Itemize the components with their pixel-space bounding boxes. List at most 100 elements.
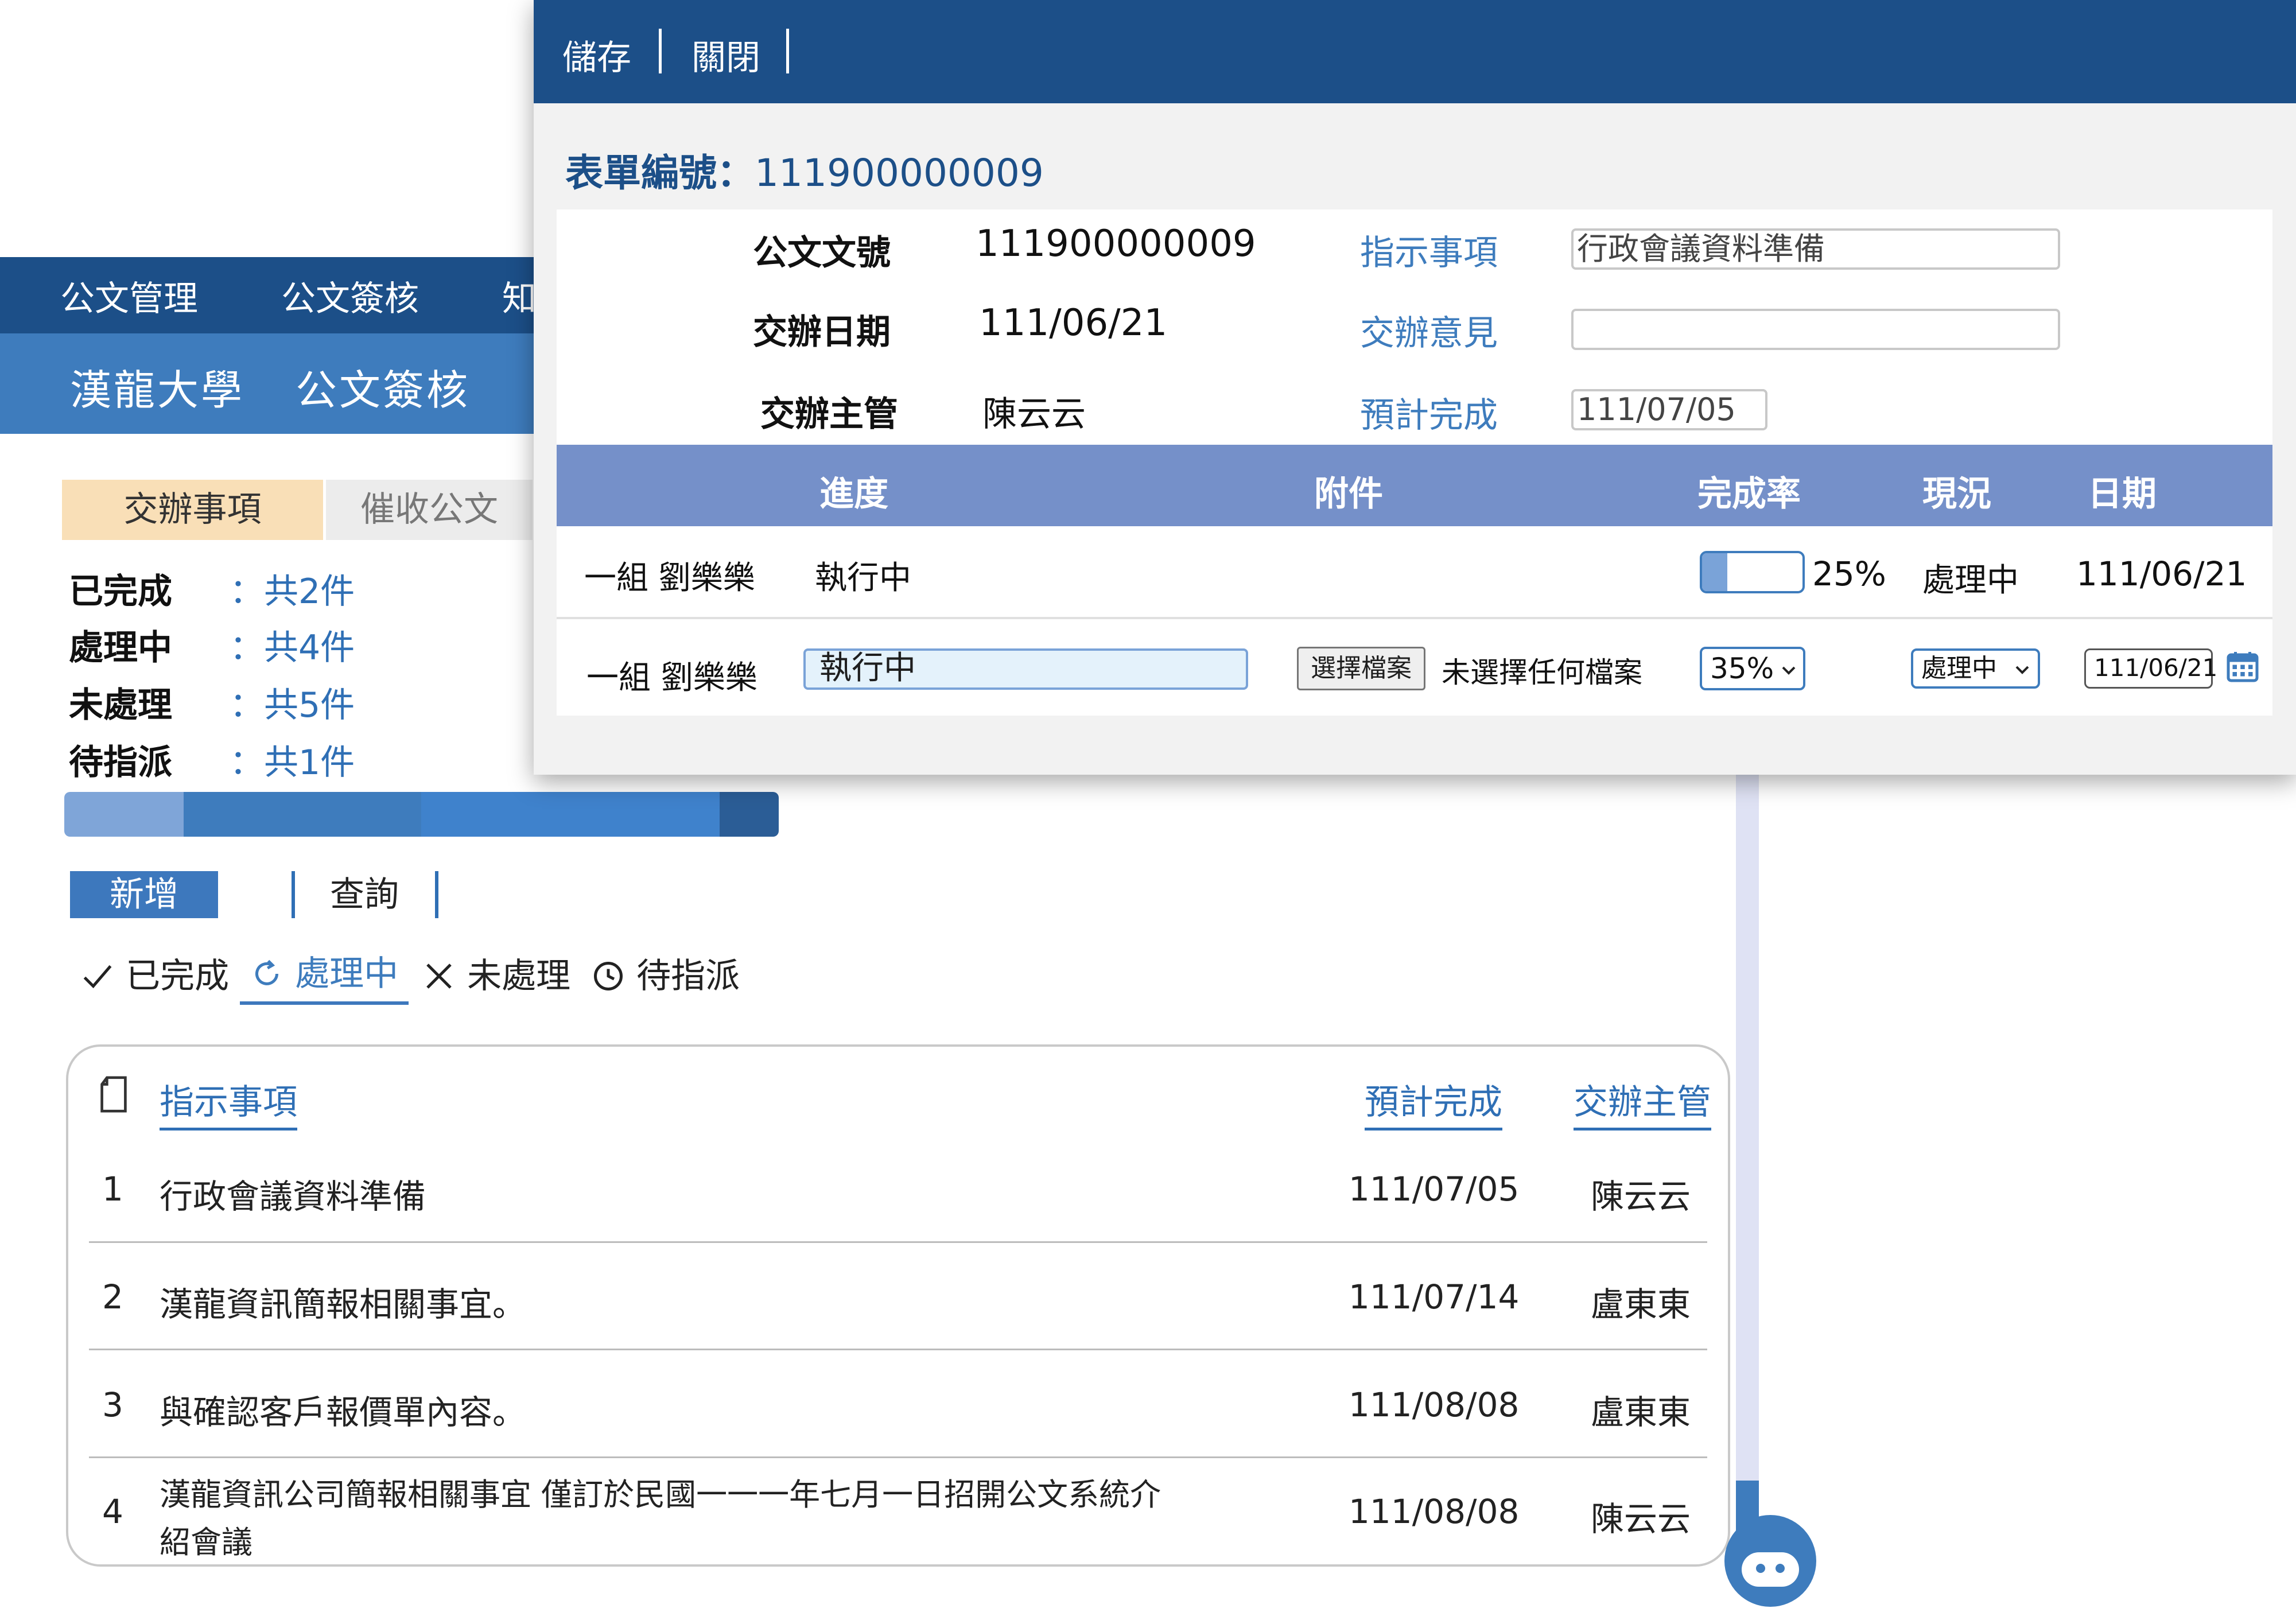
row-divider bbox=[89, 1456, 1707, 1458]
active-filter-indicator bbox=[240, 1001, 409, 1005]
stat-value-completed[interactable]: ：共2件 bbox=[230, 564, 355, 613]
progress-segment bbox=[64, 792, 184, 837]
row-item[interactable]: 漢龍資訊公司簡報相關事宜 僅訂於民國一一一年七月一日招開公文系統介 bbox=[160, 1469, 1161, 1514]
column-header-rate: 完成率 bbox=[1697, 474, 1801, 514]
stat-value-unprocessed[interactable]: ：共5件 bbox=[230, 677, 355, 727]
chevron-down-icon bbox=[2015, 666, 2029, 674]
row-rate: 25% bbox=[1812, 554, 1886, 593]
supervisor-value: 陳云云 bbox=[982, 394, 1086, 434]
filter-completed[interactable]: 已完成 bbox=[80, 948, 229, 998]
save-button[interactable]: 儲存 bbox=[562, 30, 631, 80]
row-due: 111/08/08 bbox=[1349, 1492, 1520, 1531]
column-header-supervisor[interactable]: 交辦主管 bbox=[1574, 1074, 1711, 1130]
row-due: 111/08/08 bbox=[1349, 1385, 1520, 1424]
nav-item-knowledge[interactable]: 知 bbox=[502, 271, 537, 321]
stat-value-pending[interactable]: ：共1件 bbox=[230, 735, 355, 784]
section-title: 公文簽核 bbox=[296, 366, 471, 414]
date-field[interactable]: 111/06/21 bbox=[2084, 648, 2217, 689]
progress-input[interactable]: 執行中 bbox=[803, 648, 1248, 690]
supervisor-label: 交辦主管 bbox=[760, 394, 898, 434]
form-number-value: 111900000009 bbox=[755, 151, 1044, 195]
doc-no-value: 111900000009 bbox=[976, 223, 1256, 265]
choose-file-button[interactable]: 選擇檔案 bbox=[1297, 647, 1425, 690]
row-assignee: 一組 劉樂樂 bbox=[584, 560, 755, 597]
progress-grid-header bbox=[557, 445, 2272, 526]
opinion-field[interactable] bbox=[1571, 309, 2060, 350]
row-progress: 執行中 bbox=[815, 560, 911, 597]
calendar-icon[interactable] bbox=[2225, 648, 2260, 684]
nav-item-doc-approval[interactable]: 公文簽核 bbox=[281, 271, 419, 321]
column-header-attachment: 附件 bbox=[1314, 474, 1383, 514]
doc-no-label: 公文文號 bbox=[753, 233, 891, 273]
completion-rate-select[interactable]: 35% bbox=[1700, 647, 1805, 690]
nav-item-doc-management[interactable]: 公文管理 bbox=[60, 271, 198, 321]
row-due: 111/07/05 bbox=[1349, 1170, 1520, 1209]
row-date: 111/06/21 bbox=[2076, 554, 2247, 593]
document-icon bbox=[100, 1076, 127, 1113]
chevron-down-icon bbox=[1782, 666, 1796, 675]
tab-assigned-items[interactable]: 交辦事項 bbox=[62, 480, 323, 540]
check-icon bbox=[83, 965, 112, 989]
due-label: 預計完成 bbox=[1360, 395, 1498, 436]
divider bbox=[786, 29, 789, 73]
due-date-field[interactable]: 111/07/05 bbox=[1571, 389, 1767, 430]
filter-unprocessed[interactable]: 未處理 bbox=[422, 948, 570, 998]
tab-collect-docs[interactable]: 催收公文 bbox=[326, 480, 533, 540]
form-number-label: 表單編號： bbox=[565, 151, 755, 195]
instruction-label: 指示事項 bbox=[1360, 233, 1498, 273]
scrollbar-track[interactable] bbox=[1736, 746, 1759, 1515]
instruction-field[interactable]: 行政會議資料準備 bbox=[1571, 228, 2060, 270]
row-item[interactable]: 行政會議資料準備 bbox=[160, 1170, 426, 1218]
close-button[interactable]: 關閉 bbox=[691, 30, 760, 80]
row-number: 2 bbox=[102, 1277, 123, 1316]
status-select[interactable]: 處理中 bbox=[1911, 648, 2040, 689]
filter-processing[interactable]: 處理中 bbox=[250, 946, 398, 996]
column-header-due[interactable]: 預計完成 bbox=[1365, 1074, 1502, 1130]
progress-segment bbox=[421, 792, 720, 837]
progress-segment bbox=[183, 792, 422, 837]
row-item[interactable]: 與確認客戶報價單內容。 bbox=[160, 1385, 526, 1433]
row-supervisor: 陳云云 bbox=[1591, 1177, 1691, 1216]
column-header-progress: 進度 bbox=[819, 474, 888, 514]
row-supervisor: 盧東東 bbox=[1591, 1285, 1691, 1324]
robot-eye bbox=[1776, 1564, 1785, 1573]
stat-label-pending: 待指派 bbox=[69, 743, 172, 783]
row-item[interactable]: 漢龍資訊簡報相關事宜。 bbox=[160, 1277, 526, 1326]
row-divider bbox=[89, 1349, 1707, 1350]
column-header-date: 日期 bbox=[2088, 474, 2157, 514]
status-progress-bar bbox=[64, 792, 779, 837]
row-number: 4 bbox=[102, 1492, 123, 1531]
divider bbox=[659, 29, 662, 73]
select-value: 處理中 bbox=[1921, 654, 1997, 683]
row-status: 處理中 bbox=[1922, 562, 2019, 599]
clock-icon bbox=[594, 962, 623, 990]
assign-date-value: 111/06/21 bbox=[979, 302, 1168, 344]
stat-value-processing[interactable]: ：共4件 bbox=[230, 620, 355, 670]
robot-eye bbox=[1756, 1564, 1765, 1573]
close-icon bbox=[426, 964, 452, 989]
file-status: 未選擇任何檔案 bbox=[1442, 656, 1642, 689]
stat-label-unprocessed: 未處理 bbox=[69, 685, 172, 725]
add-button[interactable]: 新增 bbox=[70, 871, 218, 918]
search-button[interactable]: 查詢 bbox=[330, 871, 399, 918]
row-supervisor: 盧東東 bbox=[1591, 1393, 1691, 1432]
row-supervisor: 陳云云 bbox=[1591, 1499, 1691, 1539]
progress-segment bbox=[719, 792, 779, 837]
column-header-item[interactable]: 指示事項 bbox=[160, 1074, 297, 1130]
row-number: 1 bbox=[102, 1170, 123, 1209]
filter-label: 處理中 bbox=[295, 954, 399, 994]
dialog-toolbar bbox=[534, 0, 2296, 103]
refresh-icon bbox=[255, 959, 278, 985]
filter-label: 已完成 bbox=[126, 956, 230, 996]
row-assignee: 一組 劉樂樂 bbox=[586, 659, 757, 697]
divider bbox=[292, 871, 295, 918]
filter-label: 待指派 bbox=[636, 956, 740, 996]
row-number: 3 bbox=[102, 1385, 123, 1424]
stat-label-processing: 處理中 bbox=[69, 628, 172, 668]
sub-nav: 漢龍大學 公文簽核 bbox=[0, 333, 574, 434]
row-item-continued[interactable]: 紹會議 bbox=[160, 1517, 252, 1562]
org-name: 漢龍大學 bbox=[70, 366, 245, 414]
top-nav: 公文管理 公文簽核 知 bbox=[0, 257, 574, 333]
opinion-label: 交辦意見 bbox=[1360, 313, 1498, 353]
filter-pending[interactable]: 待指派 bbox=[591, 948, 740, 998]
